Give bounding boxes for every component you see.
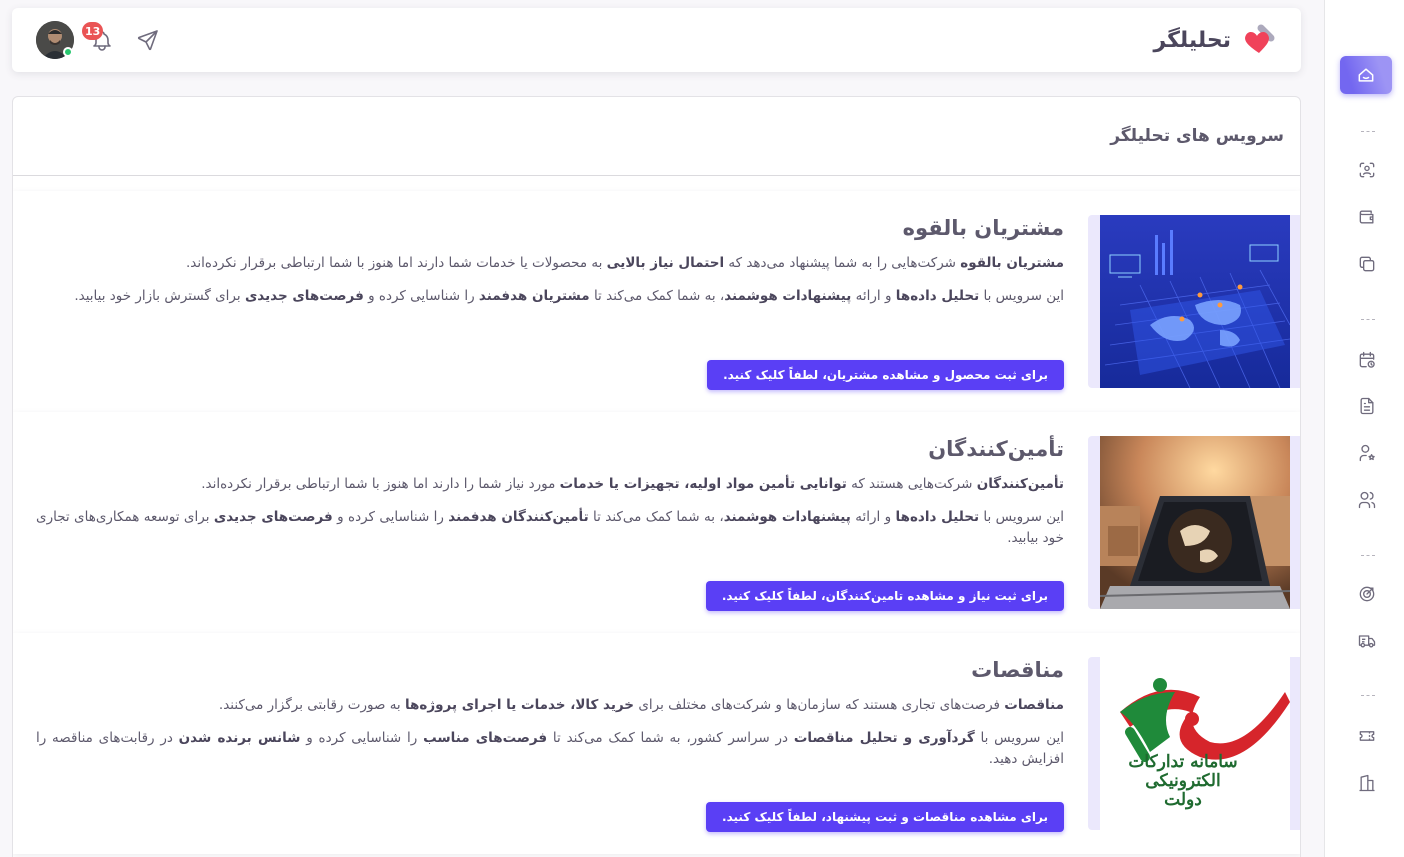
service-title: مشتریان بالقوه [902,216,1064,240]
face-scan-icon [1359,162,1375,178]
text-segment: این سرویس با [974,730,1064,746]
sidebar-divider [1361,131,1375,132]
text-segment: شرکت‌هایی را به شما پیشنهاد می‌دهد که [724,255,961,271]
logo-icon [1245,24,1275,53]
laptop-globe-illustration [1100,436,1290,609]
user-star-icon [1359,444,1375,462]
home-icon [1358,68,1374,82]
truck-icon [1358,635,1376,648]
service-body: مناقصات مناقصات فرصت‌های تجاری هستند که … [36,655,1064,770]
sidebar-item-face-scan[interactable] [1341,151,1393,189]
text-segment: این سرویس با [979,509,1065,525]
service-image-frame: سامانه تدارکات الکترونیکی دولت [1088,657,1300,830]
emphasis-text: تأمین‌کنندگان هدفمند [448,509,589,525]
service-title: تأمین‌کنندگان [928,437,1064,461]
users-icon [1358,491,1376,509]
sidebar-item-building[interactable] [1341,764,1393,802]
text-segment: فرصت‌های تجاری هستند که سازمان‌ها و شرکت… [634,697,1005,713]
emphasis-text: مشتریان هدفمند [478,288,590,304]
world-map-illustration [1100,215,1290,388]
text-segment: به محصولات یا خدمات شما دارند اما هنوز ب… [186,255,607,271]
copy-icon [1359,256,1375,272]
service-image-frame [1088,215,1300,388]
service-body: مشتریان بالقوه مشتریان بالقوه شرکت‌هایی … [36,213,1064,307]
sidebar-item-user-star[interactable] [1341,434,1393,472]
suppliers-button[interactable]: برای ثبت نیاز و مشاهده تامین‌کنندگان، لط… [705,581,1064,611]
sidebar-item-ticket[interactable] [1341,717,1393,755]
emphasis-text: احتمال نیاز بالایی [606,255,725,271]
service-card-tenders: سامانه تدارکات الکترونیکی دولت مناقصات م… [13,633,1300,854]
sidebar-divider [1361,695,1375,696]
service-body: تأمین‌کنندگان تأمین‌کنندگان شرکت‌هایی هس… [36,434,1064,549]
wallet-icon [1359,210,1374,224]
service-description: تأمین‌کنندگان شرکت‌هایی هستند که توانایی… [36,474,1064,495]
sidebar-item-wallet[interactable] [1341,198,1393,236]
service-description: مناقصات فرصت‌های تجاری هستند که سازمان‌ه… [36,695,1064,716]
service-details: این سرویس با گردآوری و تحلیل مناقصات در … [36,728,1064,770]
emphasis-text: مشتریان بالقوه [960,255,1064,271]
emphasis-text: فرصت‌های جدیدی [213,509,333,525]
top-navbar: تحلیلگر 13 [12,8,1301,72]
service-card-potential-customers: مشتریان بالقوه مشتریان بالقوه شرکت‌هایی … [13,191,1300,412]
emphasis-text: پیشنهادات هوشمند [723,509,851,525]
sidebar-item-truck[interactable] [1341,622,1393,660]
sidebar-item-calendar[interactable] [1341,341,1393,379]
app-name: تحلیلگر [1153,27,1231,53]
text-segment: و ارائه [850,509,896,525]
sidebar-item-copy[interactable] [1341,245,1393,283]
text-segment: ، به شما کمک می‌کند تا [589,288,725,304]
sidebar-divider [1361,555,1375,556]
emphasis-text: توانایی تأمین مواد اولیه، تجهیزات یا خدم… [559,476,847,492]
emphasis-text: پیشنهادات هوشمند [724,288,852,304]
sidebar-item-home[interactable] [1340,56,1392,94]
service-description: مشتریان بالقوه شرکت‌هایی را به شما پیشنه… [36,253,1064,274]
text-segment: و ارائه [851,288,896,304]
text-segment: شرکت‌هایی هستند که [846,476,977,492]
emphasis-text: تحلیل داده‌ها [895,509,980,525]
emphasis-text: تحلیل داده‌ها [895,288,980,304]
emphasis-text: خرید کالا، خدمات یا اجرای پروژه‌ها [404,697,635,713]
sidebar-divider [1361,319,1375,320]
sidebar-item-users[interactable] [1341,481,1393,519]
setad-logo: سامانه تدارکات الکترونیکی دولت [1100,657,1290,830]
services-panel: سرویس های تحلیلگر مشتریان بالقوه مشتریان… [12,96,1301,857]
service-image-frame [1088,436,1300,609]
potential-customers-button[interactable]: برای ثبت محصول و مشاهده مشتریان، لطفاً ک… [707,360,1064,390]
page-title: سرویس های تحلیلگر [1110,126,1284,146]
text-segment: مورد نیاز شما را دارند اما هنوز با شما ا… [201,476,560,492]
service-title: مناقصات [971,658,1064,682]
file-text-icon [1360,397,1374,415]
setad-logo-text: سامانه تدارکات الکترونیکی دولت [1128,752,1238,810]
sidebar-item-target[interactable] [1341,575,1393,613]
text-segment: را شناسایی کرده و [363,288,479,304]
target-icon [1359,586,1375,602]
text-segment: برای گسترش بازار خود بیابید. [74,288,245,304]
emphasis-text: مناقصات [1004,697,1064,713]
notification-badge: 13 [82,22,104,40]
emphasis-text: تأمین‌کنندگان [976,476,1064,492]
ticket-icon [1359,731,1375,741]
text-segment: را شناسایی کرده و [332,509,449,525]
tenders-button[interactable]: برای مشاهده مناقصات و ثبت پیشنهاد، لطفاً… [706,802,1064,832]
building-icon [1359,774,1375,792]
online-status-dot [63,47,73,57]
emphasis-text: گردآوری و تحلیل مناقصات [793,730,975,746]
service-details: این سرویس با تحلیل داده‌ها و ارائه پیشنه… [36,286,1064,307]
text-segment: را شناسایی کرده و [300,730,424,746]
emphasis-text: فرصت‌های مناسب [423,730,548,746]
text-segment: به صورت رقابتی برگزار می‌کنند. [218,697,405,713]
sidebar [1324,0,1404,857]
text-segment: این سرویس با [979,288,1065,304]
sidebar-item-document[interactable] [1341,387,1393,425]
text-segment: در سراسر کشور، به شما کمک می‌کند تا [547,730,794,746]
service-details: این سرویس با تحلیل داده‌ها و ارائه پیشنه… [36,507,1064,549]
send-icon[interactable] [136,28,160,52]
emphasis-text: فرصت‌های جدیدی [244,288,364,304]
calendar-clock-icon [1359,351,1375,368]
service-card-suppliers: تأمین‌کنندگان تأمین‌کنندگان شرکت‌هایی هس… [13,412,1300,633]
panel-header: سرویس های تحلیلگر [13,97,1300,176]
brand[interactable]: تحلیلگر [1153,20,1279,60]
emphasis-text: شانس برنده شدن [178,730,301,746]
text-segment: ، به شما کمک می‌کند تا [588,509,724,525]
